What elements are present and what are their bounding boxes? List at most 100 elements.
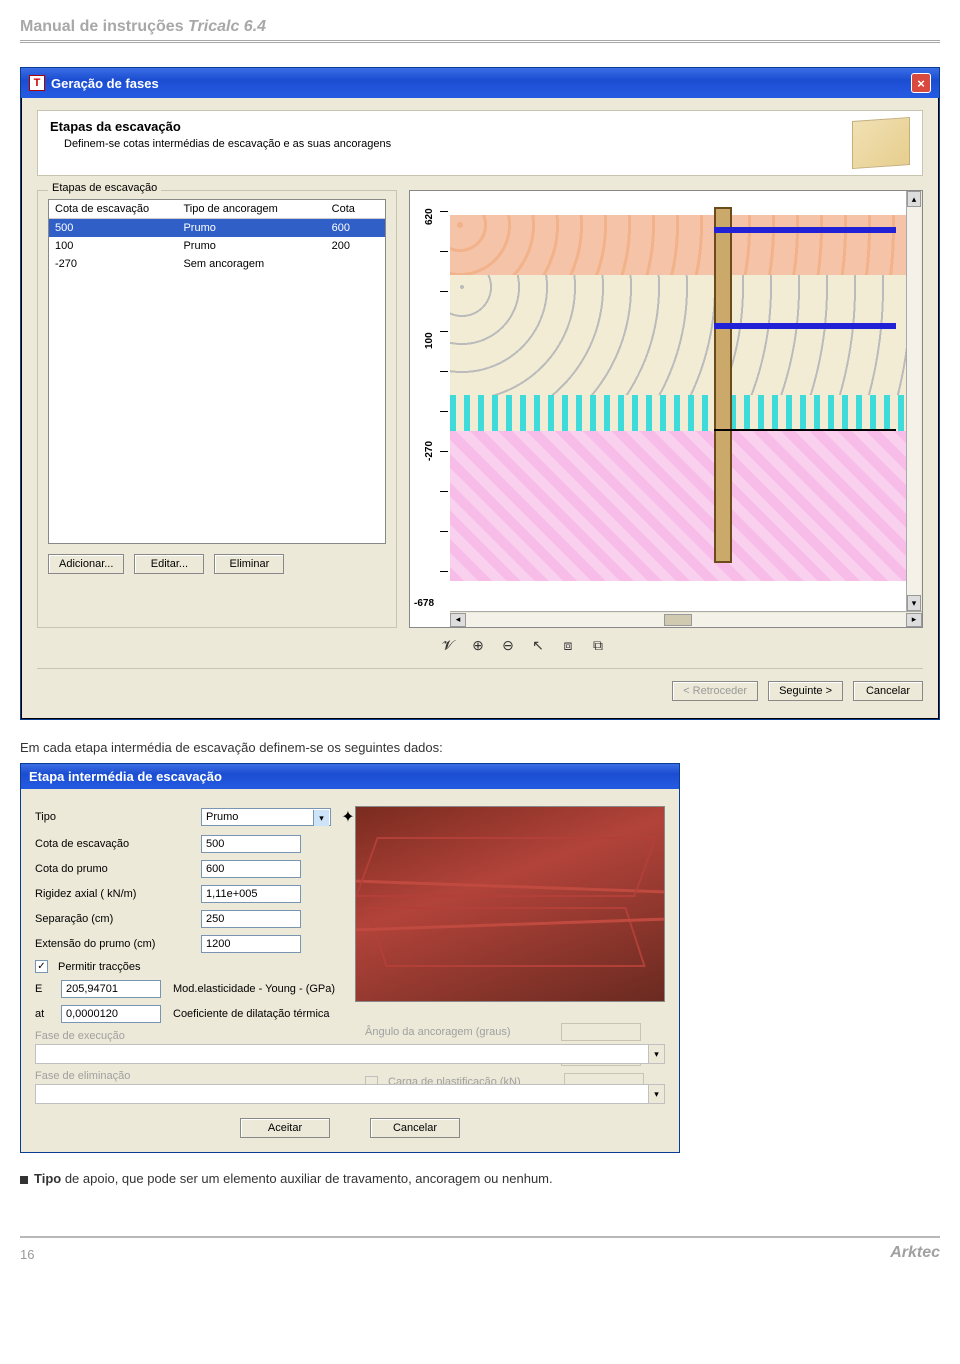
cell: 100 [49,237,177,255]
tipo-value: Prumo [206,811,238,823]
E-input[interactable]: 205,94701 [61,980,161,998]
anchor-line [714,227,896,233]
table-row[interactable]: 500 Prumo 600 [49,219,385,237]
titlebar[interactable]: Etapa intermédia de escavação [21,764,679,789]
scroll-thumb[interactable] [664,614,692,626]
vertical-scrollbar[interactable]: ▴ ▾ [906,191,922,611]
tipo-combo[interactable]: Prumo ▾ [201,808,331,826]
next-button[interactable]: Seguinte > [768,681,843,701]
chevron-down-icon[interactable]: ▾ [313,810,329,826]
edit-button[interactable]: Editar... [134,554,204,574]
add-button[interactable]: Adicionar... [48,554,124,574]
page-footer: 16 Arktec [20,1236,940,1262]
section-plot [450,191,906,593]
rigidez-input[interactable]: 1,11e+005 [201,885,301,903]
angulo-label: Ângulo da ancoragem (graus) [365,1026,555,1038]
cota-escavacao-label: Cota de escavação [35,838,195,850]
zoom-window-icon[interactable]: ⧈ [557,634,579,656]
separacao-input[interactable]: 250 [201,910,301,928]
stages-table[interactable]: Cota de escavação Tipo de ancoragem Cota… [48,199,386,544]
cell: 500 [49,219,177,237]
table-header-row: Cota de escavação Tipo de ancoragem Cota [49,200,385,219]
photo-illustration [355,806,665,1002]
header-product: Tricalc 6.4 [188,18,266,35]
cell: 600 [326,219,385,237]
document-header: Manual de instruções Tricalc 6.4 [20,12,940,43]
col-cota[interactable]: Cota [326,200,385,218]
fase-execucao-combo: ▾ [35,1044,665,1064]
zoom-extents-icon[interactable]: ⧉ [587,634,609,656]
at-label: at [35,1008,55,1020]
bottom-level-label: -678 [414,598,434,609]
col-cota-escavacao[interactable]: Cota de escavação [49,200,177,218]
delete-button[interactable]: Eliminar [214,554,284,574]
separacao-label: Separação (cm) [35,913,195,925]
tipo-label: Tipo [35,811,195,823]
fase-eliminacao-combo: ▾ [35,1084,665,1104]
zoom-in-icon[interactable]: ⊕ [467,634,489,656]
scroll-down-button[interactable]: ▾ [907,595,921,611]
titlebar[interactable]: T Geração de fases × [21,68,939,98]
redraw-icon[interactable]: 𝓥 [437,634,459,656]
cell: -270 [49,255,177,273]
angulo-input [561,1023,641,1041]
permitir-label: Permitir tracções [58,961,141,973]
scroll-right-button[interactable]: ▸ [906,613,922,627]
wizard-graphic-cube [852,117,910,169]
wizard-title: Etapas da escavação [50,119,391,134]
phase-generation-window: T Geração de fases × Etapas da escavação… [20,67,940,720]
header-prefix: Manual de instruções [20,18,188,35]
scroll-up-button[interactable]: ▴ [907,191,921,207]
cancel-button[interactable]: Cancelar [853,681,923,701]
cell: 200 [326,237,385,255]
table-empty-area [49,273,385,543]
chevron-down-icon: ▾ [648,1085,664,1103]
cancel-button[interactable]: Cancelar [370,1118,460,1138]
E-label: E [35,983,55,995]
back-button: < Retroceder [672,681,758,701]
at-input[interactable]: 0,0000120 [61,1005,161,1023]
excavation-line [714,429,896,431]
pointer-icon[interactable]: ↖ [527,634,549,656]
permitir-checkbox[interactable]: ✓ [35,960,48,973]
at-text: Coeficiente de dilatação térmica [173,1008,330,1020]
section-graphic-panel[interactable]: 620 100 -270 [409,190,923,628]
table-row[interactable]: -270 Sem ancoragem [49,255,385,273]
horizontal-scrollbar[interactable]: ◂ ▸ [450,611,922,627]
cell [326,255,385,273]
accept-button[interactable]: Aceitar [240,1118,330,1138]
cota-prumo-label: Cota do prumo [35,863,195,875]
fieldset-legend: Etapas de escavação [48,182,161,194]
extensao-input[interactable]: 1200 [201,935,301,953]
app-icon: T [29,75,45,91]
scroll-track[interactable] [466,613,906,627]
bullet-paragraph: Tipo de apoio, que pode ser um elemento … [20,1171,940,1186]
scroll-track[interactable] [907,207,921,595]
cell: Prumo [177,237,325,255]
excavation-stages-fieldset: Etapas de escavação Cota de escavação Ti… [37,190,397,628]
wizard-header: Etapas da escavação Definem-se cotas int… [37,110,923,176]
table-row[interactable]: 100 Prumo 200 [49,237,385,255]
scroll-left-button[interactable]: ◂ [450,613,466,627]
extensao-label: Extensão do prumo (cm) [35,938,195,950]
anchor-line [714,323,896,329]
page-number: 16 [20,1247,34,1262]
y-label: -270 [424,441,435,461]
bullet-text: de apoio, que pode ser um elemento auxil… [61,1171,552,1186]
chevron-down-icon: ▾ [648,1045,664,1063]
window-title: Geração de fases [51,76,159,91]
graphic-toolbar: 𝓥 ⊕ ⊖ ↖ ⧈ ⧉ [37,628,923,656]
cota-escavacao-input[interactable]: 500 [201,835,301,853]
col-tipo-ancoragem[interactable]: Tipo de ancoragem [177,200,325,218]
intermediate-stage-window: Etapa intermédia de escavação Tipo Prumo… [20,763,680,1153]
tipo-bold: Tipo [34,1171,61,1186]
E-text: Mod.elasticidade - Young - (GPa) [173,983,335,995]
zoom-out-icon[interactable]: ⊖ [497,634,519,656]
wall-element [714,207,732,563]
cell: Sem ancoragem [177,255,325,273]
cota-prumo-input[interactable]: 600 [201,860,301,878]
rigidez-label: Rigidez axial ( kN/m) [35,888,195,900]
wizard-subtitle: Definem-se cotas intermédias de escavaçã… [50,138,391,150]
close-button[interactable]: × [911,73,931,93]
window-title: Etapa intermédia de escavação [29,769,222,784]
